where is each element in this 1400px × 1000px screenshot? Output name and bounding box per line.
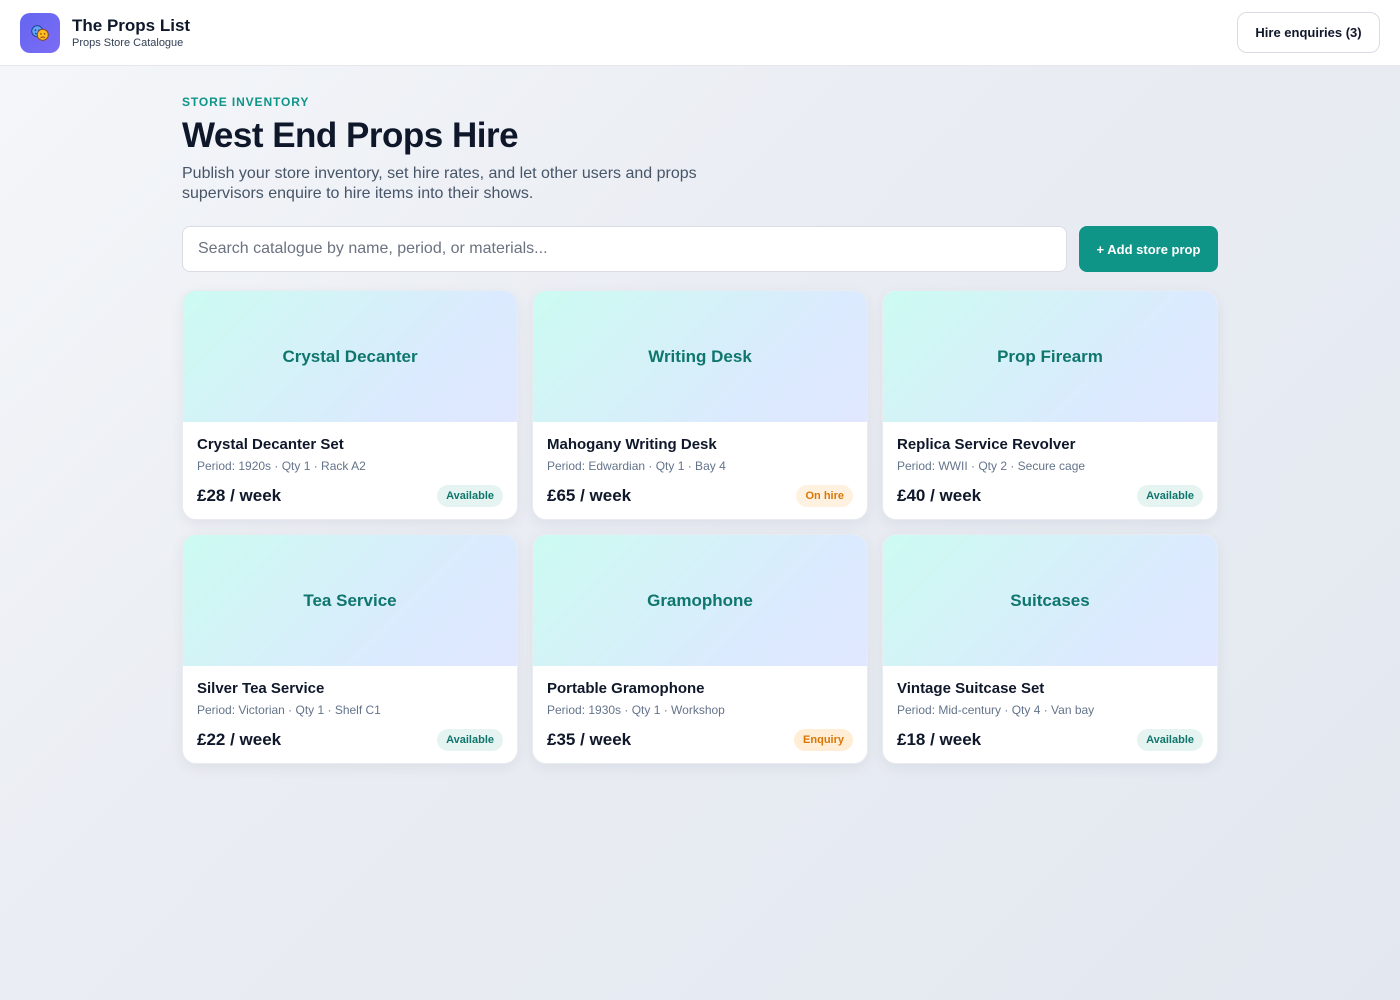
prop-name: Vintage Suitcase Set: [897, 680, 1045, 697]
prop-card-body: Crystal Decanter Set Period: 1920s · Qty…: [183, 422, 517, 519]
prop-card-1[interactable]: Crystal Decanter Crystal Decanter Set Pe…: [182, 290, 518, 520]
prop-card-body: Replica Service Revolver Period: WWII · …: [883, 422, 1217, 519]
status-badge: Enquiry: [794, 729, 853, 751]
top-bar: The Props List Props Store Catalogue Hir…: [0, 0, 1400, 66]
prop-card-image-label: Writing Desk: [648, 346, 752, 366]
prop-price: £65 / week: [547, 486, 632, 505]
prop-card-image: Writing Desk: [533, 291, 867, 422]
prop-name: Portable Gramophone: [547, 680, 705, 697]
prop-card-body: Portable Gramophone Period: 1930s · Qty …: [533, 666, 867, 763]
prop-name: Crystal Decanter Set: [197, 436, 344, 453]
prop-price: £28 / week: [197, 486, 282, 505]
status-badge: Available: [1137, 485, 1203, 507]
prop-card-image-label: Prop Firearm: [997, 346, 1103, 366]
prop-card-image-label: Crystal Decanter: [282, 346, 418, 366]
prop-card-body: Silver Tea Service Period: Victorian · Q…: [183, 666, 517, 763]
section-eyebrow: STORE INVENTORY: [182, 95, 310, 109]
add-store-prop-button[interactable]: + Add store prop: [1079, 226, 1218, 272]
prop-card-4[interactable]: Tea Service Silver Tea Service Period: V…: [182, 534, 518, 764]
page-description: Publish your store inventory, set hire r…: [182, 165, 697, 202]
prop-meta: Period: WWII · Qty 2 · Secure cage: [897, 459, 1086, 473]
prop-name: Replica Service Revolver: [897, 436, 1076, 453]
app-title: The Props List: [72, 16, 191, 35]
prop-card-6[interactable]: Suitcases Vintage Suitcase Set Period: M…: [882, 534, 1218, 764]
prop-card-image: Tea Service: [183, 535, 517, 666]
status-badge: Available: [1137, 729, 1203, 751]
prop-card-image: Crystal Decanter: [183, 291, 517, 422]
app-subtitle: Props Store Catalogue: [72, 37, 184, 49]
status-badge: Available: [437, 485, 503, 507]
prop-card-image-label: Suitcases: [1010, 590, 1090, 610]
prop-price: £18 / week: [897, 730, 982, 749]
hire-enquiries-button[interactable]: Hire enquiries (3): [1237, 12, 1380, 53]
prop-meta: Period: Mid-century · Qty 4 · Van bay: [897, 703, 1095, 717]
prop-card-image-label: Gramophone: [647, 590, 753, 610]
prop-card-2[interactable]: Writing Desk Mahogany Writing Desk Perio…: [532, 290, 868, 520]
prop-price: £40 / week: [897, 486, 982, 505]
prop-card-5[interactable]: Gramophone Portable Gramophone Period: 1…: [532, 534, 868, 764]
prop-name: Silver Tea Service: [197, 680, 325, 697]
prop-meta: Period: Edwardian · Qty 1 · Bay 4: [547, 459, 726, 473]
prop-name: Mahogany Writing Desk: [547, 436, 717, 453]
prop-price: £35 / week: [547, 730, 632, 749]
page-title: West End Props Hire: [182, 116, 519, 155]
theatre-masks-icon[interactable]: [20, 13, 60, 53]
prop-card-image-label: Tea Service: [303, 590, 397, 610]
prop-card-image: Suitcases: [883, 535, 1217, 666]
search-input[interactable]: [182, 226, 1067, 272]
prop-card-body: Vintage Suitcase Set Period: Mid-century…: [883, 666, 1217, 763]
prop-card-body: Mahogany Writing Desk Period: Edwardian …: [533, 422, 867, 519]
prop-card-image: Prop Firearm: [883, 291, 1217, 422]
catalogue-grid: Crystal Decanter Crystal Decanter Set Pe…: [182, 290, 1218, 764]
status-badge: On hire: [796, 485, 853, 507]
prop-meta: Period: 1930s · Qty 1 · Workshop: [547, 703, 725, 717]
prop-meta: Period: Victorian · Qty 1 · Shelf C1: [197, 703, 381, 717]
prop-meta: Period: 1920s · Qty 1 · Rack A2: [197, 459, 366, 473]
status-badge: Available: [437, 729, 503, 751]
prop-price: £22 / week: [197, 730, 282, 749]
prop-card-image: Gramophone: [533, 535, 867, 666]
prop-card-3[interactable]: Prop Firearm Replica Service Revolver Pe…: [882, 290, 1218, 520]
